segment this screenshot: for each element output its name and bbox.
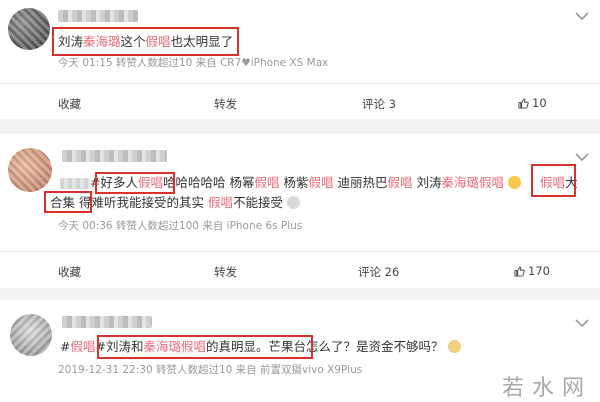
username-blurred[interactable] bbox=[62, 150, 167, 162]
repost-button[interactable]: 转发 bbox=[214, 96, 237, 112]
avatar[interactable] bbox=[8, 8, 50, 50]
like-count: 10 bbox=[532, 96, 547, 110]
avatar[interactable] bbox=[8, 148, 52, 192]
post-text-segment: 刘涛 bbox=[412, 175, 442, 190]
comment-button[interactable]: 评论 26 bbox=[358, 264, 399, 280]
post-text-segment: 杨紫 bbox=[279, 175, 309, 190]
chevron-down-icon[interactable] bbox=[574, 151, 590, 163]
highlight-box bbox=[44, 191, 92, 213]
keyword-text[interactable]: 假唱 bbox=[208, 195, 233, 210]
post-meta: 今天 01:15 转赞人数超过10 来自 CR7♥iPhone XS Max bbox=[58, 57, 329, 69]
comment-button[interactable]: 评论 3 bbox=[362, 96, 396, 112]
thumbs-up-icon bbox=[514, 266, 525, 280]
keyword-text[interactable]: 假唱 bbox=[254, 175, 279, 190]
post-text-segment: 迪丽热巴 bbox=[333, 175, 388, 190]
blurred-text bbox=[60, 178, 90, 189]
favorite-button[interactable]: 收藏 bbox=[58, 96, 81, 112]
like-button[interactable]: 10 bbox=[518, 96, 547, 112]
keyword-text[interactable]: 秦海璐 bbox=[441, 175, 479, 190]
highlight-box bbox=[52, 27, 239, 56]
highlight-box bbox=[531, 164, 576, 197]
chevron-down-icon[interactable] bbox=[574, 10, 590, 22]
username-blurred[interactable] bbox=[58, 10, 138, 22]
keyword-text[interactable]: 假唱 bbox=[479, 175, 504, 190]
like-button[interactable]: 170 bbox=[514, 264, 550, 280]
like-count: 170 bbox=[528, 264, 550, 278]
post-meta: 今天 00:36 转赞人数超过100 来自 iPhone 6s Plus bbox=[58, 220, 303, 232]
highlight-box bbox=[97, 335, 313, 359]
username-blurred[interactable] bbox=[62, 316, 152, 328]
keyword-text[interactable]: 假唱 bbox=[387, 175, 412, 190]
repost-button[interactable]: 转发 bbox=[214, 264, 237, 280]
face-emoji-icon bbox=[286, 196, 300, 209]
favorite-button[interactable]: 收藏 bbox=[58, 264, 81, 280]
post-text-segment: 得难听我能接受的其实 bbox=[75, 195, 208, 210]
cat-emoji-icon bbox=[447, 340, 461, 353]
divider bbox=[0, 251, 600, 252]
thumbs-up-icon bbox=[518, 98, 529, 112]
post-meta: 2019-12-31 22:30 转赞人数超过10 来自 前置双摄vivo X9… bbox=[58, 364, 363, 376]
avatar[interactable] bbox=[10, 314, 52, 356]
post-card-1: 刘涛秦海璐这个假唱也太明显了 今天 01:15 转赞人数超过10 来自 CR7♥… bbox=[0, 0, 600, 119]
highlight-box bbox=[95, 172, 175, 194]
divider bbox=[0, 83, 600, 84]
post-text-segment: 不能接受 bbox=[232, 195, 283, 210]
chevron-down-icon[interactable] bbox=[574, 317, 590, 329]
laughing-emoji-icon bbox=[508, 176, 521, 189]
keyword-text[interactable]: 假唱 bbox=[308, 175, 333, 190]
post-text-segment: # bbox=[60, 339, 71, 354]
watermark: 若水网 bbox=[501, 376, 592, 401]
keyword-text[interactable]: 假唱 bbox=[70, 339, 95, 354]
post-card-2: #好多人假唱哈哈哈哈哈 杨幂假唱 杨紫假唱 迪丽热巴假唱 刘涛秦海璐假唱 假唱大… bbox=[0, 134, 600, 288]
post-text-segment: 哈哈哈哈哈 杨幂 bbox=[163, 175, 255, 190]
post-card-3: #假唱#刘涛和秦海璐假唱的真明显。芒果台怎么了？是资金不够吗？ 2019-12-… bbox=[0, 300, 600, 402]
